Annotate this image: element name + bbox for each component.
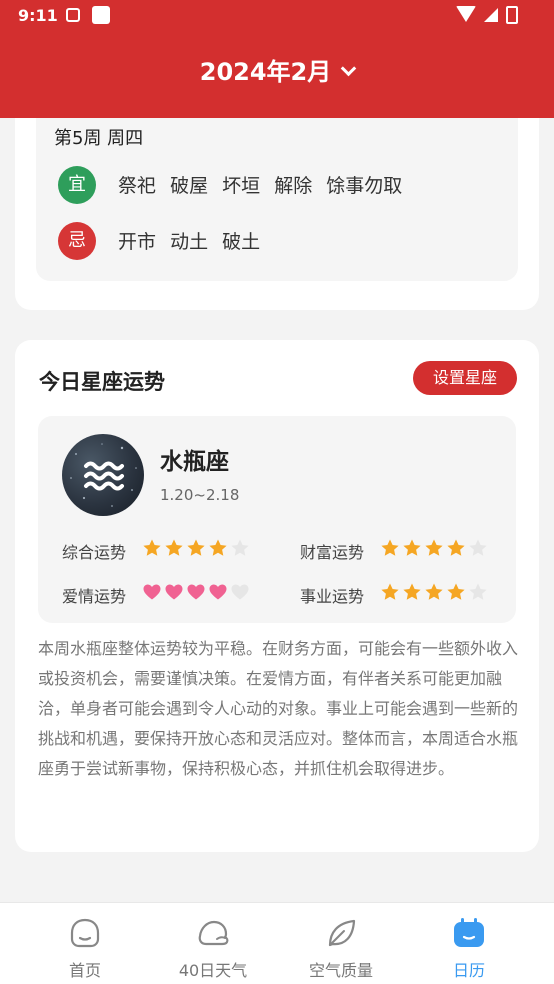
filled-star-icon: [187, 539, 205, 556]
fortune-label: 综合运势: [62, 543, 127, 562]
bottom-navigation: 首页 40日天气 空气质量 日历: [0, 902, 554, 984]
filled-heart-icon: [209, 584, 227, 600]
home-face-icon: [70, 918, 100, 948]
nav-calendar[interactable]: 日历: [414, 903, 524, 984]
leaf-icon: [328, 919, 356, 947]
filled-heart-icon: [187, 584, 205, 600]
filled-star-icon: [403, 539, 421, 556]
app-notification-icon: [92, 6, 110, 24]
fortune-rating: [142, 582, 250, 606]
set-zodiac-button[interactable]: 设置星座: [413, 361, 517, 395]
filled-star-icon: [143, 539, 161, 556]
yi-term: 破屋: [170, 175, 209, 197]
empty-star-icon: [469, 583, 487, 600]
chevron-down-icon: [340, 60, 357, 77]
aquarius-symbol-icon: [70, 443, 137, 507]
wifi-icon: [456, 6, 476, 22]
week-line: 第5周 周四: [54, 128, 144, 149]
nav-label: 空气质量: [308, 961, 373, 980]
fortune-label: 事业运势: [300, 587, 365, 606]
month-title: 2024年2月: [199, 58, 332, 86]
nav-40-day-weather[interactable]: 40日天气: [158, 903, 268, 984]
app-header: 9:11 2024年2月: [0, 0, 554, 118]
nav-label: 首页: [68, 961, 101, 980]
filled-star-icon: [447, 583, 465, 600]
status-indicators: [456, 6, 536, 26]
ji-badge: 忌: [58, 222, 96, 260]
ji-terms: 开市 动土 破土: [118, 227, 268, 254]
filled-star-icon: [209, 539, 227, 556]
filled-heart-icon: [165, 584, 183, 600]
cloud-icon: [198, 920, 229, 946]
nav-home[interactable]: 首页: [30, 903, 140, 984]
almanac-panel: 第5周 周四 宜 祭祀 破屋 坏垣 解除 馀事勿取 忌 开市 动土 破土: [36, 118, 518, 281]
calendar-icon: [454, 918, 484, 947]
yi-terms: 祭祀 破屋 坏垣 解除 馀事勿取: [118, 171, 410, 198]
empty-star-icon: [231, 539, 249, 556]
status-bar: 9:11: [0, 0, 554, 32]
ji-term: 开市: [118, 231, 157, 253]
yi-term: 坏垣: [222, 175, 261, 197]
aquarius-avatar: [62, 434, 144, 516]
zodiac-panel: 水瓶座 1.20~2.18 综合运势 财富运势 爱情运势 事业运势: [38, 416, 516, 623]
filled-star-icon: [447, 539, 465, 556]
filled-star-icon: [425, 583, 443, 600]
yi-badge: 宜: [58, 166, 96, 204]
signal-icon: [484, 8, 498, 22]
notification-icon: [66, 8, 80, 22]
battery-icon: [506, 6, 518, 24]
nav-label: 40日天气: [178, 961, 248, 980]
ji-term: 破土: [222, 231, 261, 253]
fortune-label: 爱情运势: [62, 587, 127, 606]
almanac-card: 第5周 周四 宜 祭祀 破屋 坏垣 解除 馀事勿取 忌 开市 动土 破土: [15, 118, 539, 310]
empty-heart-icon: [231, 584, 249, 600]
nav-label: 日历: [452, 961, 485, 980]
fortune-rating: [380, 582, 488, 606]
yi-term: 祭祀: [118, 175, 157, 197]
month-selector[interactable]: 2024年2月: [0, 52, 554, 87]
horoscope-card: 今日星座运势 设置星座 水瓶座 1.20~2.18 综合运势 财富运势 爱情运势: [15, 340, 539, 852]
zodiac-name: 水瓶座: [160, 449, 229, 475]
empty-star-icon: [469, 539, 487, 556]
zodiac-dates: 1.20~2.18: [160, 486, 240, 504]
filled-star-icon: [425, 539, 443, 556]
horoscope-description: 本周水瓶座整体运势较为平稳。在财务方面，可能会有一些额外收入或投资机会，需要谨慎…: [38, 639, 519, 778]
ji-term: 动土: [170, 231, 209, 253]
horoscope-title: 今日星座运势: [39, 370, 165, 394]
fortune-label: 财富运势: [300, 543, 365, 562]
yi-term: 解除: [274, 175, 313, 197]
nav-air-quality[interactable]: 空气质量: [286, 903, 396, 984]
fortune-rating: [380, 538, 488, 562]
yi-term: 馀事勿取: [326, 175, 403, 197]
filled-star-icon: [381, 539, 399, 556]
filled-heart-icon: [143, 584, 161, 600]
fortune-rating: [142, 538, 250, 562]
filled-star-icon: [403, 583, 421, 600]
status-time: 9:11: [18, 6, 58, 25]
filled-star-icon: [165, 539, 183, 556]
filled-star-icon: [381, 583, 399, 600]
